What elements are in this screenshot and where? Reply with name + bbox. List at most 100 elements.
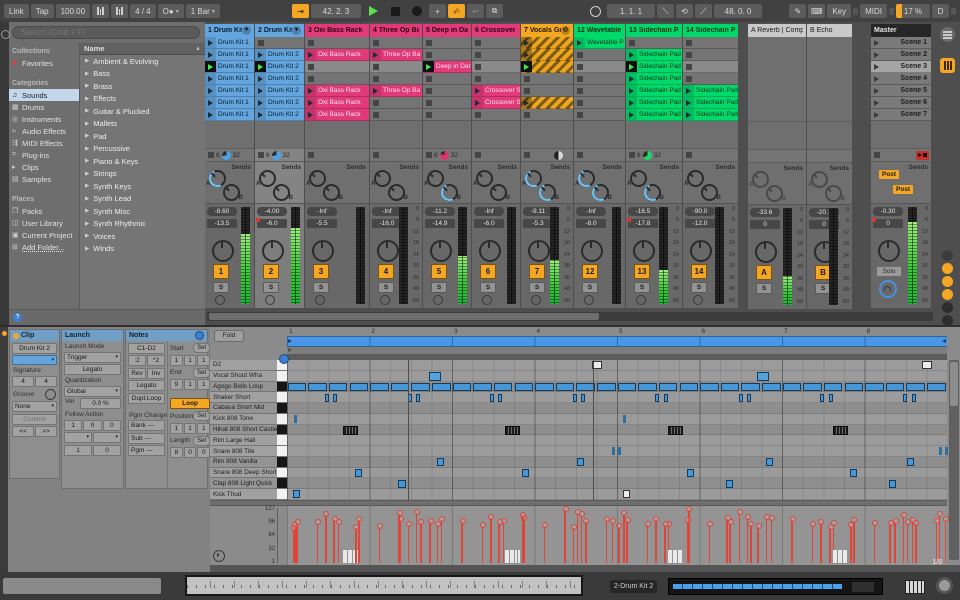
clip-play-icon[interactable] <box>205 73 216 84</box>
midi-note[interactable] <box>350 383 369 391</box>
track-header[interactable]: 3 Oxi Bass Rack <box>305 24 369 37</box>
stop-all-clips-icon[interactable] <box>258 152 264 158</box>
track-header[interactable]: 4 Three Op Ba <box>370 24 422 37</box>
clip-play-icon[interactable] <box>305 49 316 60</box>
drum-row-label[interactable]: Kick Thud <box>210 489 277 500</box>
midi-note[interactable] <box>355 469 362 477</box>
browser-info-icon[interactable]: ? <box>13 313 22 322</box>
chevron-down-icon[interactable]: ▾ <box>242 26 251 35</box>
end-bar-field[interactable]: 9 <box>170 379 183 390</box>
mixer-section-toggle-4[interactable] <box>942 302 953 313</box>
stop-all-clips-icon[interactable] <box>475 152 481 158</box>
drum-row-label[interactable]: Rim Large Hall <box>210 435 277 446</box>
clip-slot[interactable] <box>521 97 573 109</box>
track-activator-button[interactable]: 12 <box>582 264 598 279</box>
volume-field[interactable]: -33.6 <box>750 208 780 217</box>
white-key[interactable] <box>277 414 287 425</box>
send-a-knob[interactable]: A <box>811 171 828 188</box>
midi-note[interactable] <box>623 490 630 498</box>
clip-name-field[interactable]: Drum Kit 2 <box>12 343 57 354</box>
solo-cue-volume[interactable]: Solo <box>876 266 902 277</box>
clip-slot[interactable]: Drum Kit 2 <box>255 73 304 85</box>
clip-slot[interactable] <box>423 73 471 85</box>
track-header[interactable]: B Echo <box>807 24 852 37</box>
track-header[interactable]: Master <box>871 24 931 37</box>
velocity-stem[interactable] <box>577 513 579 563</box>
clip-slot[interactable]: Drum Kit 2 <box>255 85 304 97</box>
clip-slot[interactable]: Sidechain Pad <box>683 97 738 109</box>
send-b-knob[interactable]: B <box>273 184 290 201</box>
velocity-stem[interactable] <box>564 510 566 563</box>
browser-folder-row[interactable]: ▶Brass <box>80 80 205 93</box>
velocity-stem[interactable] <box>655 520 657 563</box>
velocity-stem[interactable] <box>945 520 947 563</box>
black-key[interactable] <box>277 457 287 468</box>
pan-knob[interactable] <box>528 240 550 262</box>
clip-slot[interactable] <box>255 37 304 49</box>
solo-button[interactable]: S <box>480 282 496 293</box>
velocity-stem[interactable] <box>850 526 852 563</box>
clip-slot[interactable]: Sidechain Pad <box>626 49 682 61</box>
velocity-lane[interactable] <box>287 506 947 565</box>
clip-play-icon[interactable] <box>305 109 316 120</box>
clip-play-icon[interactable] <box>521 61 532 72</box>
solo-button[interactable]: S <box>263 282 279 293</box>
midi-note[interactable] <box>907 458 914 466</box>
follow-chance-b-field[interactable]: 0 <box>93 445 121 456</box>
pan-knob[interactable] <box>878 240 900 262</box>
browser-folder-row[interactable]: ▶Voices <box>80 230 205 243</box>
velocity-fold-icon[interactable] <box>213 550 225 562</box>
clip-slot[interactable]: Sidechain Pad <box>683 85 738 97</box>
set-length-button[interactable]: Set <box>193 436 210 446</box>
velocity-stem[interactable] <box>544 526 546 563</box>
volume-field[interactable]: -Inf <box>576 207 606 216</box>
clip-play-icon[interactable] <box>205 37 216 48</box>
clip-play-icon[interactable] <box>255 73 266 84</box>
clip-slot[interactable] <box>521 73 573 85</box>
velocity-stem[interactable] <box>379 527 381 563</box>
velocity-stem[interactable] <box>829 528 831 563</box>
follow-button[interactable]: ⇥ <box>292 4 309 18</box>
midi-note[interactable] <box>939 447 942 455</box>
solo-button[interactable]: S <box>213 282 229 293</box>
clip-slot[interactable]: Drum Kit 1 <box>205 109 254 121</box>
white-key[interactable] <box>277 392 287 403</box>
scene-play-icon[interactable] <box>874 52 879 58</box>
midi-note[interactable] <box>333 394 337 402</box>
clip-play-icon[interactable] <box>370 85 381 96</box>
velocity-stem[interactable] <box>680 550 682 563</box>
clip-play-icon[interactable] <box>683 109 694 120</box>
clip-play-icon[interactable] <box>255 49 266 60</box>
position-unit-field[interactable]: 1 <box>197 423 210 434</box>
midi-note[interactable] <box>391 383 410 391</box>
track-activator-button[interactable]: 3 <box>313 264 329 279</box>
loop-toggle-button[interactable]: Loop <box>170 398 210 409</box>
midi-note[interactable] <box>505 426 521 435</box>
drum-row-label[interactable]: Rim 808 Vanilla <box>210 457 277 468</box>
mixer-section-toggle-0[interactable] <box>942 250 953 261</box>
arm-record-button[interactable] <box>265 295 275 305</box>
volume-field[interactable]: -0.30 <box>873 207 903 216</box>
drum-row-label[interactable]: Agogo Bells Loop <box>210 382 277 393</box>
clip-slot[interactable] <box>423 49 471 61</box>
send-a-knob[interactable]: A <box>209 170 226 187</box>
sidebar-item-add-folder-[interactable]: ⊞Add Folder... <box>9 241 79 253</box>
velocity-stem[interactable] <box>750 525 752 563</box>
midi-note[interactable] <box>411 383 430 391</box>
track-activator-button[interactable]: 6 <box>480 264 496 279</box>
volume-field[interactable]: -Inf <box>307 207 337 216</box>
clip-play-icon[interactable] <box>305 85 316 96</box>
clip-slot[interactable]: Drum Kit 1 <box>205 49 254 61</box>
peak-level-field[interactable]: -6.0 <box>257 219 287 228</box>
clip-play-icon[interactable] <box>521 37 532 48</box>
clip-slot[interactable] <box>472 49 520 61</box>
midi-note[interactable] <box>618 383 637 391</box>
send-b-knob[interactable]: B <box>592 184 609 201</box>
midi-note[interactable] <box>515 383 534 391</box>
midi-note[interactable] <box>668 426 684 435</box>
white-key[interactable] <box>277 489 287 500</box>
white-key[interactable] <box>277 435 287 446</box>
scene-slot[interactable]: Scene 1 <box>871 37 931 49</box>
arm-record-button[interactable] <box>693 295 703 305</box>
velocity-amount-field[interactable]: 0.0 % <box>80 398 121 409</box>
